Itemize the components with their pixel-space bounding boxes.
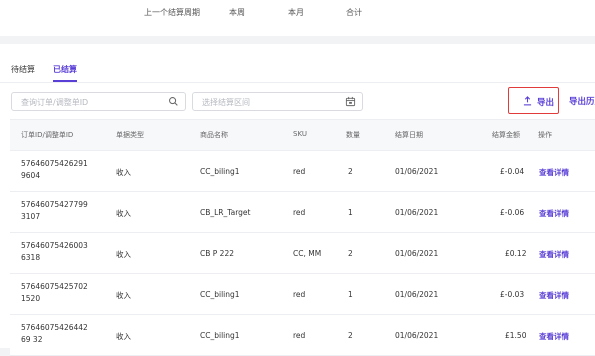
summary-label-this-month: 本月 [288, 8, 304, 17]
quantity: 2 [348, 167, 353, 176]
settlement-date: 01/06/2021 [395, 167, 439, 176]
document-type: 收入 [116, 291, 131, 300]
settlement-table: 订单ID/调整单ID 单据类型 商品名称 SKU 数量 结算日期 结算金额 操作… [10, 119, 595, 356]
table-row: 576460754257021520 收入 CC_biling1 red 1 0… [10, 274, 595, 315]
settlement-amount: £1.50 [505, 331, 527, 340]
table-row: 576460754277993107 收入 CB_LR_Target red 1… [10, 192, 595, 233]
order-id: 576460754277993107 [21, 200, 88, 221]
order-id: 576460754260036318 [21, 241, 88, 262]
column-header-id: 订单ID/调整单ID [21, 131, 74, 139]
product-name: CB_LR_Target [200, 208, 251, 217]
document-type: 收入 [116, 332, 131, 341]
table-row: 5764607542644269 32 收入 CC_biling1 red 2 … [10, 315, 595, 356]
summary-bar: 上一个结算周期 本周 本月 合计 [0, 0, 595, 36]
upload-icon [523, 96, 532, 106]
sku: CC, MM [293, 249, 322, 258]
column-header-amount: 结算金额 [492, 131, 520, 139]
summary-label-this-week: 本周 [229, 8, 245, 17]
column-header-sku: SKU [293, 130, 307, 138]
settlement-date: 01/06/2021 [395, 331, 439, 340]
view-details-link[interactable]: 查看详情 [539, 167, 569, 178]
settlement-amount: £0.12 [505, 249, 527, 258]
column-header-product: 商品名称 [200, 131, 228, 139]
export-history-link[interactable]: 导出历史 [569, 95, 595, 107]
date-range-picker[interactable]: 选择结算区间 [192, 92, 363, 111]
view-details-link[interactable]: 查看详情 [539, 208, 569, 219]
settlement-amount: £-0.04 [500, 167, 525, 176]
search-icon[interactable] [168, 96, 179, 107]
order-id: 576460754262919604 [21, 159, 88, 180]
column-header-action: 操作 [538, 131, 552, 139]
search-input[interactable]: 查询订单/调整单ID [11, 92, 186, 111]
sku: red [293, 331, 306, 340]
order-id: 5764607542644269 32 [21, 323, 88, 344]
table-header: 订单ID/调整单ID 单据类型 商品名称 SKU 数量 结算日期 结算金额 操作 [10, 119, 595, 151]
settlement-date: 01/06/2021 [395, 249, 439, 258]
quantity: 2 [348, 331, 353, 340]
date-range-placeholder: 选择结算区间 [202, 98, 250, 107]
quantity: 2 [348, 249, 353, 258]
quantity: 1 [348, 290, 353, 299]
settlement-date: 01/06/2021 [395, 208, 439, 217]
sku: red [293, 208, 306, 217]
search-placeholder: 查询订单/调整单ID [21, 98, 89, 107]
order-id: 576460754257021520 [21, 282, 88, 303]
calendar-icon[interactable] [345, 96, 356, 107]
document-type: 收入 [116, 168, 131, 177]
column-header-type: 单据类型 [116, 131, 144, 139]
export-button[interactable]: 导出 [508, 87, 559, 114]
product-name: CB P 222 [200, 249, 234, 258]
tab-settled[interactable]: 已结算 [53, 64, 77, 75]
column-header-date: 结算日期 [395, 131, 423, 139]
settlement-panel: 待结算 已结算 查询订单/调整单ID 选择结算区间 导出 导出历史 订单ID/调… [0, 44, 595, 356]
settlement-amount: £-0.06 [500, 208, 525, 217]
summary-label-last-cycle: 上一个结算周期 [144, 8, 200, 17]
product-name: CC_biling1 [200, 290, 240, 299]
export-button-label: 导出 [537, 98, 555, 108]
tabs-divider [0, 82, 595, 83]
settlement-amount: £-0.03 [500, 290, 525, 299]
tab-pending[interactable]: 待结算 [11, 64, 35, 75]
settlement-date: 01/06/2021 [395, 290, 439, 299]
table-row: 576460754262919604 收入 CC_biling1 red 2 0… [10, 151, 595, 192]
document-type: 收入 [116, 250, 131, 259]
quantity: 1 [348, 208, 353, 217]
sku: red [293, 290, 306, 299]
product-name: CC_biling1 [200, 167, 240, 176]
view-details-link[interactable]: 查看详情 [539, 331, 569, 342]
summary-label-total: 合计 [346, 8, 362, 17]
document-type: 收入 [116, 209, 131, 218]
sku: red [293, 167, 306, 176]
column-header-quantity: 数量 [346, 131, 360, 139]
view-details-link[interactable]: 查看详情 [539, 290, 569, 301]
view-details-link[interactable]: 查看详情 [539, 249, 569, 260]
product-name: CC_biling1 [200, 331, 240, 340]
table-row: 576460754260036318 收入 CB P 222 CC, MM 2 … [10, 233, 595, 274]
